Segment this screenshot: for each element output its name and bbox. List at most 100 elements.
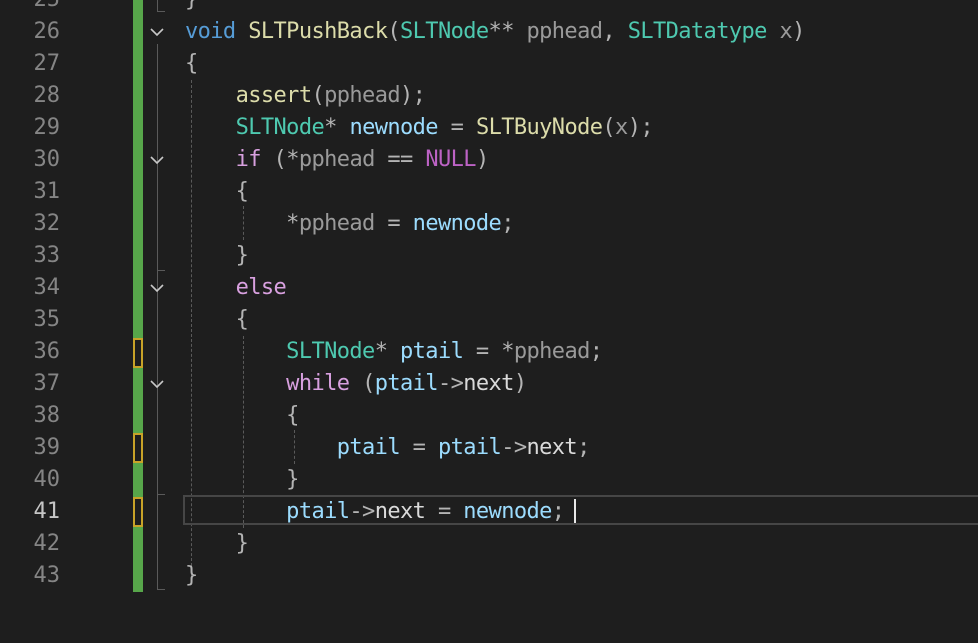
code-token: == bbox=[387, 147, 413, 172]
code-token: x bbox=[779, 19, 793, 44]
code-token: ptail bbox=[437, 435, 502, 460]
code-token: * bbox=[286, 211, 299, 236]
code-token: x bbox=[615, 115, 628, 140]
line-number: 41 bbox=[33, 499, 61, 524]
code-line[interactable]: 34 else bbox=[0, 272, 978, 304]
code-line[interactable]: 29 SLTNode* newnode = SLTBuyNode(x); bbox=[0, 112, 978, 144]
line-number: 38 bbox=[33, 403, 61, 428]
code-line[interactable]: 26 void SLTPushBack(SLTNode** pphead, SLT… bbox=[0, 16, 978, 48]
code-line[interactable]: 37 while (ptail->next) bbox=[0, 368, 978, 400]
code-token: ( bbox=[311, 83, 325, 108]
line-number: 33 bbox=[33, 243, 61, 268]
code-text[interactable]: while (ptail->next) bbox=[185, 368, 527, 400]
code-token: * bbox=[324, 115, 337, 140]
code-token: ( bbox=[387, 19, 401, 44]
code-line[interactable]: 38 { bbox=[0, 400, 978, 432]
code-token: SLTNode bbox=[235, 115, 325, 140]
code-text[interactable]: { bbox=[185, 304, 249, 336]
code-token: SLTBuyNode bbox=[475, 115, 603, 140]
code-text[interactable]: ptail->next = newnode; bbox=[185, 496, 565, 528]
line-number: 29 bbox=[33, 115, 61, 140]
code-line[interactable]: 36 SLTNode* ptail = *pphead; bbox=[0, 336, 978, 368]
code-text[interactable]: } bbox=[185, 240, 249, 272]
code-line[interactable]: 33 } bbox=[0, 240, 978, 272]
code-text[interactable]: ptail = ptail->next; bbox=[185, 432, 591, 464]
code-text[interactable]: } bbox=[185, 0, 198, 16]
line-number: 31 bbox=[33, 179, 61, 204]
code-text[interactable]: *pphead = newnode; bbox=[185, 208, 514, 240]
code-line[interactable]: 28 assert(pphead); bbox=[0, 80, 978, 112]
code-token: ( bbox=[273, 147, 287, 172]
line-number: 37 bbox=[33, 371, 61, 396]
code-line[interactable]: 41 ptail->next = newnode; bbox=[0, 496, 978, 528]
code-line[interactable]: 42 } bbox=[0, 528, 978, 560]
code-token: SLTPushBack bbox=[248, 19, 388, 44]
line-number: 43 bbox=[33, 563, 61, 588]
line-number: 30 bbox=[33, 147, 61, 172]
code-text[interactable]: } bbox=[185, 528, 249, 560]
code-token: ) bbox=[792, 19, 805, 44]
code-text[interactable]: { bbox=[185, 48, 198, 80]
code-token: { bbox=[235, 179, 249, 204]
code-token: * bbox=[501, 339, 514, 364]
code-text[interactable]: } bbox=[185, 464, 299, 496]
code-text[interactable]: else bbox=[185, 272, 287, 304]
code-text[interactable]: SLTNode* newnode = SLTBuyNode(x); bbox=[185, 112, 654, 144]
line-number: 27 bbox=[33, 51, 61, 76]
line-number: 25 bbox=[0, 0, 61, 16]
code-line[interactable]: 25} bbox=[0, 0, 978, 16]
code-token: = bbox=[437, 499, 451, 524]
code-token: ptail bbox=[400, 339, 464, 364]
code-token: } bbox=[235, 531, 249, 556]
line-number: 32 bbox=[33, 211, 61, 236]
code-token: { bbox=[286, 403, 299, 428]
code-token: ptail bbox=[336, 435, 401, 460]
line-number: 42 bbox=[33, 531, 61, 556]
code-token: { bbox=[185, 51, 198, 76]
code-token: = bbox=[412, 435, 426, 460]
code-text[interactable]: SLTNode* ptail = *pphead; bbox=[185, 336, 603, 368]
code-token: , bbox=[602, 19, 616, 44]
code-token: ) bbox=[513, 371, 527, 396]
code-text[interactable]: void SLTPushBack(SLTNode** pphead, SLTDa… bbox=[185, 16, 805, 48]
code-text[interactable]: if (*pphead == NULL) bbox=[185, 144, 490, 176]
code-token: ; bbox=[577, 435, 590, 460]
code-line[interactable]: 32 *pphead = newnode; bbox=[0, 208, 978, 240]
code-token: pphead bbox=[513, 339, 590, 364]
code-line[interactable]: 35 { bbox=[0, 304, 978, 336]
code-token: -> bbox=[437, 371, 464, 396]
code-token: ; bbox=[501, 211, 514, 236]
code-editor[interactable]: 25} 26 void SLTPushBack(SLTNode** pphead, … bbox=[0, 0, 978, 643]
code-text[interactable]: } bbox=[185, 560, 198, 592]
code-line[interactable]: 30 if (*pphead == NULL) bbox=[0, 144, 978, 176]
code-line[interactable]: 40 } bbox=[0, 464, 978, 496]
code-token: ( bbox=[362, 371, 375, 396]
code-token: -> bbox=[349, 499, 375, 524]
code-line[interactable]: 43} bbox=[0, 560, 978, 592]
code-text[interactable]: assert(pphead); bbox=[185, 80, 426, 112]
code-token: next bbox=[374, 499, 426, 524]
code-line[interactable]: 31 { bbox=[0, 176, 978, 208]
code-token: while bbox=[286, 371, 350, 396]
code-text[interactable]: { bbox=[185, 400, 299, 432]
code-line[interactable]: 39 ptail = ptail->next; bbox=[0, 432, 978, 464]
line-number: 39 bbox=[33, 435, 61, 460]
code-token: { bbox=[235, 307, 249, 332]
code-line[interactable]: 27 { bbox=[0, 48, 978, 80]
code-text[interactable]: { bbox=[185, 176, 249, 208]
